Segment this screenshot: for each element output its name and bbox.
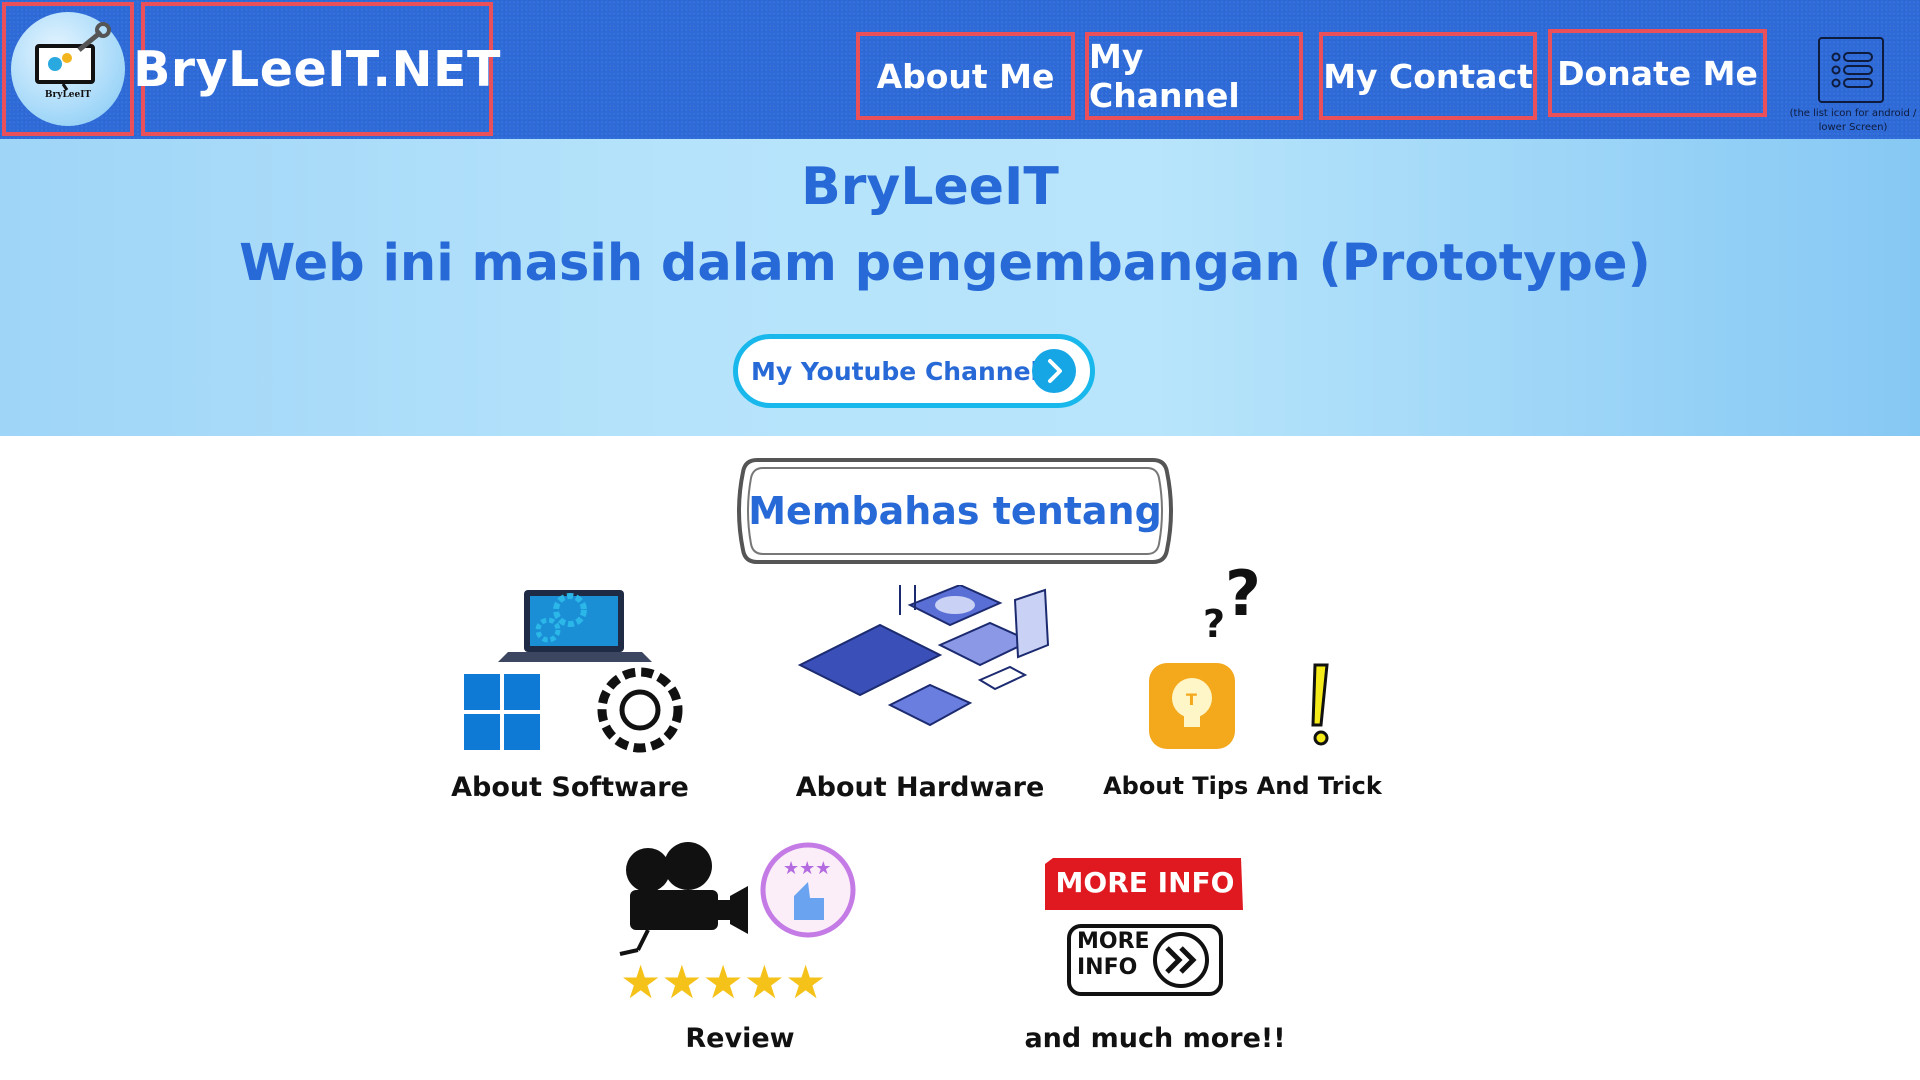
more-info-icon: MORE INFO MORE INFO <box>1045 858 1245 1002</box>
nav-my-channel-label: My Channel <box>1089 37 1240 115</box>
nav-my-contact-label: My Contact <box>1323 56 1533 96</box>
more-info-tag-line2: INFO <box>1077 955 1138 980</box>
topics-heading-frame: Membahas tentang <box>735 456 1175 566</box>
topic-hardware-label: About Hardware <box>795 772 1045 803</box>
chevron-right-icon <box>1032 349 1076 393</box>
five-stars-icon: ★★★★★ <box>620 955 860 1009</box>
nav-donate-me-label: Donate Me <box>1557 53 1758 93</box>
nav-about-me[interactable]: About Me <box>856 32 1075 120</box>
svg-text:★★★: ★★★ <box>783 858 831 879</box>
topic-more-label: and much more!! <box>1024 1023 1286 1054</box>
hardware-icon <box>790 583 1050 749</box>
topic-software-label: About Software <box>451 772 689 803</box>
monitor-gear-icon <box>35 22 111 91</box>
top-header: BryLeeIT BryLeeIT.NET About Me My Channe… <box>0 0 1920 139</box>
hero-title: BryLeeIT <box>801 157 1059 217</box>
svg-text:★★★★★: ★★★★★ <box>620 958 826 1004</box>
youtube-channel-label: My Youtube Channel! <box>751 356 1051 386</box>
more-info-badge-text: MORE INFO <box>1055 866 1235 899</box>
nav-my-channel[interactable]: My Channel <box>1085 32 1303 120</box>
hero-banner: BryLeeIT Web ini masih dalam pengembanga… <box>0 139 1920 436</box>
nav-about-me-label: About Me <box>876 56 1055 96</box>
svg-text:?: ? <box>1225 565 1261 630</box>
topic-review-label: Review <box>685 1023 795 1054</box>
topic-tips-label: About Tips And Trick <box>1103 772 1382 800</box>
menu-icon-note: (the list icon for android / lower Scree… <box>1789 108 1917 133</box>
hero-subtitle: Web ini masih dalam pengembangan (Protot… <box>239 234 1651 293</box>
double-chevron-icon <box>1153 932 1209 988</box>
youtube-channel-button[interactable]: My Youtube Channel! <box>733 334 1095 408</box>
topics-heading: Membahas tentang <box>748 489 1162 533</box>
logo-badge: BryLeeIT <box>11 12 125 126</box>
nav-my-contact[interactable]: My Contact <box>1319 32 1537 120</box>
brand-link[interactable]: BryLeeIT.NET <box>133 2 500 136</box>
svg-text:?: ? <box>1203 602 1225 646</box>
logo-caption: BryLeeIT <box>44 90 92 100</box>
svg-text:T: T <box>1186 690 1197 709</box>
nav-donate-me[interactable]: Donate Me <box>1548 29 1767 117</box>
list-menu-icon[interactable] <box>1818 37 1884 103</box>
software-icon <box>460 568 690 762</box>
brand-name: BryLeeIT.NET <box>133 40 501 98</box>
lightbulb-icon: ? ? T <box>1145 557 1345 759</box>
more-info-tag: MORE INFO <box>1067 924 1223 996</box>
more-info-tag-line1: MORE <box>1077 929 1150 954</box>
site-logo[interactable]: BryLeeIT <box>2 2 134 136</box>
